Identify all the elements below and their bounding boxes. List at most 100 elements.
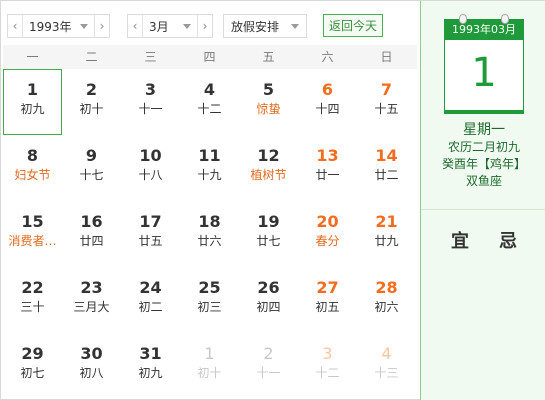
prev-year-button[interactable]: ‹ — [8, 15, 23, 37]
lunar-label: 廿九 — [374, 234, 399, 248]
day-cell[interactable]: 20 春分 — [298, 201, 357, 267]
day-number: 1 — [204, 344, 215, 363]
holiday-dropdown[interactable]: 放假安排 — [223, 14, 307, 38]
day-cell[interactable]: 17 廿五 — [121, 201, 180, 267]
lunar-label: 初九 — [20, 102, 45, 116]
caret-down-icon — [291, 23, 299, 29]
lunar-label: 十一 — [138, 102, 163, 116]
holiday-value: 放假安排 — [231, 19, 280, 34]
lunar-label: 春分 — [315, 234, 340, 248]
lunar-label: 廿五 — [138, 234, 163, 248]
day-number: 17 — [139, 212, 162, 231]
lunar-label: 初八 — [79, 366, 104, 380]
day-cell[interactable]: 30 初八 — [62, 333, 121, 399]
day-cell[interactable]: 21 廿九 — [357, 201, 416, 267]
lunar-label: 初六 — [374, 300, 399, 314]
day-cell[interactable]: 2 十一 — [239, 333, 298, 399]
next-month-button[interactable]: › — [197, 15, 212, 37]
day-cell[interactable]: 8 妇女节 — [3, 135, 62, 201]
day-cell[interactable]: 15 消费者… — [3, 201, 62, 267]
day-number: 12 — [257, 146, 280, 165]
yi-label: 宜 — [451, 231, 469, 252]
year-value: 1993年 — [29, 19, 72, 34]
day-cell[interactable]: 6 十四 — [298, 69, 357, 135]
back-to-today-button[interactable]: 返回今天 — [323, 14, 383, 37]
day-cell[interactable]: 19 廿七 — [239, 201, 298, 267]
day-number: 4 — [381, 344, 392, 363]
lunar-label: 初七 — [20, 366, 45, 380]
day-cell[interactable]: 28 初六 — [357, 267, 416, 333]
lunar-label: 十四 — [315, 102, 340, 116]
prev-month-button[interactable]: ‹ — [128, 15, 143, 37]
day-number: 28 — [375, 278, 398, 297]
lunar-label: 十八 — [138, 168, 163, 182]
day-cell[interactable]: 31 初九 — [121, 333, 180, 399]
date-detail-panel: 1993年03月 1 星期一 农历二月初九 癸酉年【鸡年】 双鱼座 宜 忌 — [420, 1, 545, 400]
next-year-button[interactable]: › — [94, 15, 109, 37]
day-cell[interactable]: 27 初五 — [298, 267, 357, 333]
lunar-label: 三月大 — [73, 300, 110, 314]
day-cell[interactable]: 1 初九 — [3, 69, 62, 135]
lunar-label: 初三 — [197, 300, 222, 314]
calendar-page-icon: 1993年03月 1 — [444, 14, 524, 111]
day-cell[interactable]: 11 十九 — [180, 135, 239, 201]
day-cell[interactable]: 16 廿四 — [62, 201, 121, 267]
detail-zodiac: 双鱼座 — [465, 174, 502, 188]
day-number: 8 — [26, 146, 39, 165]
lunar-label: 廿二 — [374, 168, 399, 182]
day-cell[interactable]: 12 植树节 — [239, 135, 298, 201]
day-cell[interactable]: 13 廿一 — [298, 135, 357, 201]
day-cell[interactable]: 4 十二 — [180, 69, 239, 135]
detail-big-day: 1 — [471, 50, 497, 96]
detail-ganzhi-year: 癸酉年【鸡年】 — [441, 157, 526, 171]
day-number: 21 — [375, 212, 398, 231]
lunar-label: 十七 — [79, 168, 104, 182]
detail-info: 星期一 农历二月初九 癸酉年【鸡年】 双鱼座 — [421, 121, 545, 190]
day-number: 5 — [262, 80, 275, 99]
day-cell[interactable]: 18 廿六 — [180, 201, 239, 267]
day-number: 13 — [316, 146, 339, 165]
day-cell[interactable]: 22 三十 — [3, 267, 62, 333]
lunar-label: 消费者… — [8, 234, 57, 248]
yi-ji-section: 宜 忌 — [421, 227, 545, 253]
day-cell[interactable]: 3 十一 — [121, 69, 180, 135]
day-cell[interactable]: 25 初三 — [180, 267, 239, 333]
lunar-label: 十九 — [197, 168, 222, 182]
day-number: 7 — [380, 80, 393, 99]
day-cell[interactable]: 24 初二 — [121, 267, 180, 333]
day-cell[interactable]: 1 初十 — [180, 333, 239, 399]
day-cell[interactable]: 3 十二 — [298, 333, 357, 399]
day-number: 19 — [257, 212, 280, 231]
day-number: 4 — [203, 80, 216, 99]
day-cell[interactable]: 2 初十 — [62, 69, 121, 135]
chevron-left-icon: ‹ — [132, 19, 138, 33]
day-number: 3 — [144, 80, 157, 99]
day-cell[interactable]: 29 初七 — [3, 333, 62, 399]
day-cell[interactable]: 14 廿二 — [357, 135, 416, 201]
weekday-label: 二 — [85, 50, 98, 64]
lunar-label: 三十 — [20, 300, 45, 314]
detail-weekday: 星期一 — [463, 122, 505, 138]
day-number: 30 — [80, 344, 103, 363]
day-number: 2 — [263, 344, 274, 363]
day-cell[interactable]: 9 十七 — [62, 135, 121, 201]
day-cell[interactable]: 4 十三 — [357, 333, 416, 399]
lunar-label: 廿七 — [256, 234, 281, 248]
day-cell[interactable]: 5 惊蛰 — [239, 69, 298, 135]
day-cell[interactable]: 10 十八 — [121, 135, 180, 201]
lunar-label: 妇女节 — [14, 168, 51, 182]
lunar-label: 初十 — [79, 102, 104, 116]
year-dropdown[interactable]: 1993年 — [23, 15, 94, 37]
day-cell[interactable]: 7 十五 — [357, 69, 416, 135]
month-dropdown[interactable]: 3月 — [143, 15, 197, 37]
lunar-label: 十一 — [256, 366, 281, 380]
day-number: 9 — [85, 146, 98, 165]
day-cell[interactable]: 26 初四 — [239, 267, 298, 333]
day-cell[interactable]: 23 三月大 — [62, 267, 121, 333]
ji-label: 忌 — [499, 231, 517, 252]
day-number: 27 — [316, 278, 339, 297]
lunar-label: 十三 — [374, 366, 399, 380]
day-number: 31 — [139, 344, 162, 363]
day-number: 6 — [321, 80, 334, 99]
day-number: 22 — [21, 278, 44, 297]
